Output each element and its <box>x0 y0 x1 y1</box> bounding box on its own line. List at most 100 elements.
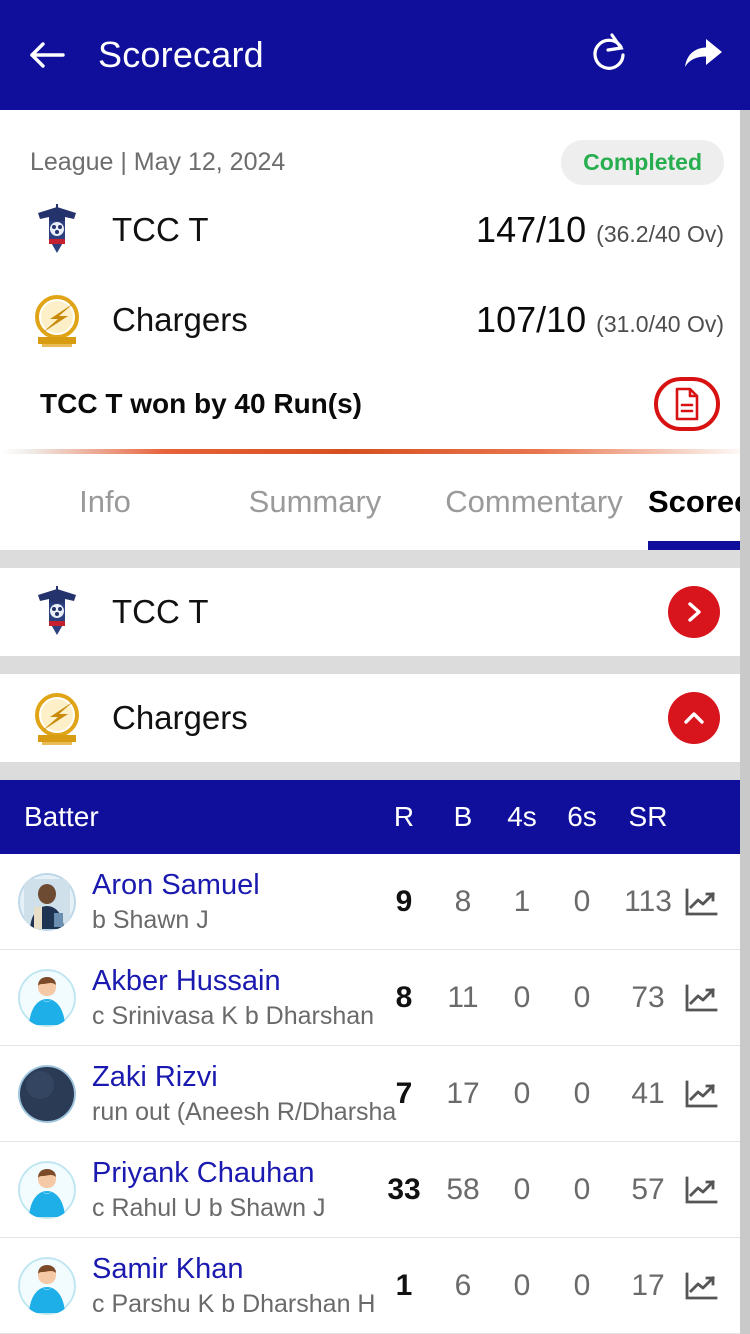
batting-table-header: Batter R B 4s 6s SR <box>0 780 750 854</box>
table-row[interactable]: Akber Hussain c Srinivasa K b Dharshan 8… <box>0 950 750 1046</box>
batter-name[interactable]: Akber Hussain <box>92 965 281 997</box>
cell-strike-rate: 113 <box>624 884 672 918</box>
team-name: Chargers <box>112 301 248 338</box>
innings-team-name: TCC T <box>112 593 209 630</box>
cell-fours: 1 <box>513 884 531 918</box>
dark-avatar <box>18 1064 76 1123</box>
tab-scorecard[interactable]: Scorecard <box>648 454 750 550</box>
cell-balls: 17 <box>446 1076 480 1110</box>
batter-cell[interactable]: Akber Hussain c Srinivasa K b Dharshan <box>0 964 374 1032</box>
batter-cell[interactable]: Zaki Rizvi run out (Aneesh R/Dharsha <box>0 1060 396 1128</box>
generic-avatar <box>18 1160 76 1219</box>
page-title: Scorecard <box>98 34 264 75</box>
match-summary-card: League | May 12, 2024 Completed TCC T 14… <box>0 110 750 454</box>
chevron-up-icon[interactable] <box>668 692 720 744</box>
cell-runs: 1 <box>395 1268 413 1302</box>
tcc-crest-logo <box>30 583 84 641</box>
innings-row-chargers[interactable]: Chargers <box>0 674 750 762</box>
chargers-bolt-logo <box>30 689 84 747</box>
cell-sixes: 0 <box>573 884 591 918</box>
cell-strike-rate: 57 <box>631 1172 665 1206</box>
column-header-batter: Batter <box>24 801 99 832</box>
cell-balls: 11 <box>447 980 479 1014</box>
match-meta: League | May 12, 2024 Completed <box>0 110 750 185</box>
batter-name[interactable]: Zaki Rizvi <box>92 1061 218 1093</box>
batter-name[interactable]: Aron Samuel <box>92 869 260 901</box>
team-overs: (36.2/40 Ov) <box>596 221 724 247</box>
cell-strike-rate: 41 <box>631 1076 665 1110</box>
tab-info-label: Info <box>79 484 131 519</box>
cell-sixes: 0 <box>573 1076 591 1110</box>
team-score-wrap: 147/10 (36.2/40 Ov) <box>476 209 724 251</box>
team-name: TCC T <box>112 211 209 248</box>
table-row[interactable]: Priyank Chauhan c Rahul U b Shawn J 33 5… <box>0 1142 750 1238</box>
cell-runs: 7 <box>395 1076 413 1110</box>
arrow-left-icon[interactable] <box>26 33 70 77</box>
scorecard-screen: Scorecard League | May 12, 2024 Complete… <box>0 0 750 1334</box>
team-overs: (31.0/40 Ov) <box>596 311 724 337</box>
section-gap <box>0 762 750 780</box>
team-score-row: Chargers 107/10 (31.0/40 Ov) <box>0 275 750 365</box>
batter-info: Akber Hussain c Srinivasa K b Dharshan <box>92 964 374 1032</box>
tab-summary[interactable]: Summary <box>210 454 420 550</box>
batter-cell[interactable]: Priyank Chauhan c Rahul U b Shawn J <box>0 1156 374 1224</box>
cell-runs: 8 <box>395 980 413 1014</box>
innings-team-name: Chargers <box>112 699 248 736</box>
app-bar-left: Scorecard <box>26 33 588 77</box>
batter-info: Samir Khan c Parshu K b Dharshan H <box>92 1252 375 1320</box>
cell-strike-rate: 17 <box>631 1268 665 1302</box>
batter-dismissal: c Srinivasa K b Dharshan <box>92 1001 375 1030</box>
batter-name[interactable]: Samir Khan <box>92 1253 244 1285</box>
batter-dismissal: run out (Aneesh R/Dharsha <box>92 1097 397 1126</box>
cell-fours: 0 <box>513 1172 531 1206</box>
tab-commentary[interactable]: Commentary <box>420 454 648 550</box>
cell-strike-rate: 73 <box>631 980 665 1014</box>
table-row[interactable]: Aron Samuel b Shawn J 9 8 1 0 113 <box>0 854 750 950</box>
app-bar: Scorecard <box>0 0 750 110</box>
tab-commentary-label: Commentary <box>445 484 623 519</box>
generic-avatar <box>18 1256 76 1315</box>
column-header-balls: B <box>453 801 473 832</box>
cell-sixes: 0 <box>573 1172 591 1206</box>
cell-fours: 0 <box>513 1268 531 1302</box>
column-header-runs: R <box>393 801 415 832</box>
innings-row-tcc[interactable]: TCC T <box>0 568 750 656</box>
column-header-fours: 4s <box>507 801 537 832</box>
batter-cell[interactable]: Aron Samuel b Shawn J <box>0 868 374 936</box>
batter-info: Aron Samuel b Shawn J <box>92 868 260 936</box>
batter-cell[interactable]: Samir Khan c Parshu K b Dharshan H <box>0 1252 375 1320</box>
team-score: 107/10 <box>476 299 587 340</box>
batter-name[interactable]: Priyank Chauhan <box>92 1157 314 1189</box>
document-icon[interactable] <box>654 377 720 431</box>
cell-balls: 58 <box>446 1172 480 1206</box>
status-badge: Completed <box>561 140 724 185</box>
table-row[interactable]: Samir Khan c Parshu K b Dharshan H 1 6 0… <box>0 1238 750 1334</box>
batter-info: Zaki Rizvi run out (Aneesh R/Dharsha <box>92 1060 396 1128</box>
cell-runs: 33 <box>387 1172 421 1206</box>
cell-balls: 6 <box>454 1268 472 1302</box>
column-header-strike-rate: SR <box>628 801 668 832</box>
batter-dismissal: c Rahul U b Shawn J <box>92 1193 326 1222</box>
section-gap <box>0 550 750 568</box>
cell-fours: 0 <box>513 1076 531 1110</box>
chevron-right-icon[interactable] <box>668 586 720 638</box>
team-score: 147/10 <box>476 209 587 250</box>
league-date-label: League | May 12, 2024 <box>30 148 286 176</box>
team-score-wrap: 107/10 (31.0/40 Ov) <box>476 299 724 341</box>
generic-avatar <box>18 968 76 1027</box>
section-gap <box>0 656 750 674</box>
batter-info: Priyank Chauhan c Rahul U b Shawn J <box>92 1156 325 1224</box>
tcc-crest-logo <box>30 201 84 259</box>
tab-scorecard-label: Scorecard <box>648 484 750 519</box>
match-result-label: TCC T won by 40 Run(s) <box>40 388 362 419</box>
cell-runs: 9 <box>395 884 413 918</box>
share-icon[interactable] <box>682 31 724 80</box>
refresh-icon[interactable] <box>588 31 630 80</box>
tab-info[interactable]: Info <box>0 454 210 550</box>
photo-avatar <box>18 872 76 931</box>
table-row[interactable]: Zaki Rizvi run out (Aneesh R/Dharsha 7 1… <box>0 1046 750 1142</box>
cell-balls: 8 <box>454 884 472 918</box>
batter-dismissal: b Shawn J <box>92 905 209 934</box>
scrollbar-track[interactable] <box>740 110 750 1334</box>
chargers-bolt-logo <box>30 291 84 349</box>
